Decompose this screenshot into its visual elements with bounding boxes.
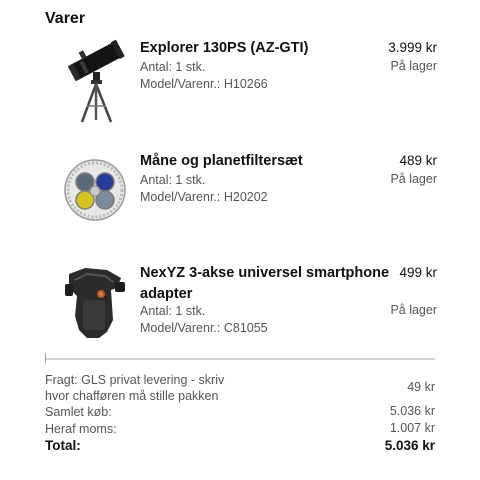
item-quantity: Antal: 1 stk. — [140, 304, 206, 318]
section-title: Varer — [45, 10, 86, 27]
vat-label: Heraf moms: — [45, 422, 117, 436]
item-name[interactable]: Explorer 130PS (AZ-GTI) — [140, 37, 308, 59]
shipping-label: Fragt: GLS privat levering - skriv — [45, 373, 225, 387]
divider-tick — [45, 353, 46, 363]
smartphone-adapter-icon[interactable] — [55, 260, 135, 350]
stock-status: På lager — [390, 172, 437, 186]
item-model: Model/Varenr.: C81055 — [140, 321, 268, 335]
shipping-value: 49 kr — [407, 380, 435, 394]
item-model: Model/Varenr.: H10266 — [140, 77, 268, 91]
item-price: 489 kr — [399, 153, 437, 168]
telescope-icon[interactable] — [55, 34, 135, 124]
subtotal-row: Samlet køb: 5.036 kr — [45, 404, 435, 420]
item-model: Model/Varenr.: H20202 — [140, 190, 268, 204]
total-label: Total: — [45, 438, 81, 453]
item-price: 3.999 kr — [388, 40, 437, 55]
item-price: 499 kr — [399, 265, 437, 280]
cart-item: Explorer 130PS (AZ-GTI) Antal: 1 stk. Mo… — [45, 32, 437, 132]
summary-divider — [45, 353, 435, 363]
shipping-row: Fragt: GLS privat levering - skriv hvor … — [45, 372, 435, 406]
total-value: 5.036 kr — [384, 438, 435, 453]
cart-item: NexYZ 3-akse universel smartphone adapte… — [45, 256, 437, 351]
total-row: Total: 5.036 kr — [45, 438, 435, 456]
subtotal-label: Samlet køb: — [45, 405, 112, 419]
filter-set-icon[interactable] — [55, 145, 135, 235]
item-name[interactable]: NexYZ 3-akse universel smartphone — [140, 262, 389, 284]
item-name[interactable]: Måne og planetfiltersæt — [140, 150, 303, 172]
vat-row: Heraf moms: 1.007 kr — [45, 421, 435, 437]
stock-status: På lager — [390, 303, 437, 317]
stock-status: På lager — [390, 59, 437, 73]
vat-value: 1.007 kr — [389, 421, 435, 435]
item-quantity: Antal: 1 stk. — [140, 60, 206, 74]
subtotal-value: 5.036 kr — [389, 404, 435, 418]
shipping-label-continued: hvor chafføren må stille pakken — [45, 389, 219, 403]
cart-item: Måne og planetfiltersæt Antal: 1 stk. Mo… — [45, 145, 437, 245]
item-quantity: Antal: 1 stk. — [140, 173, 206, 187]
